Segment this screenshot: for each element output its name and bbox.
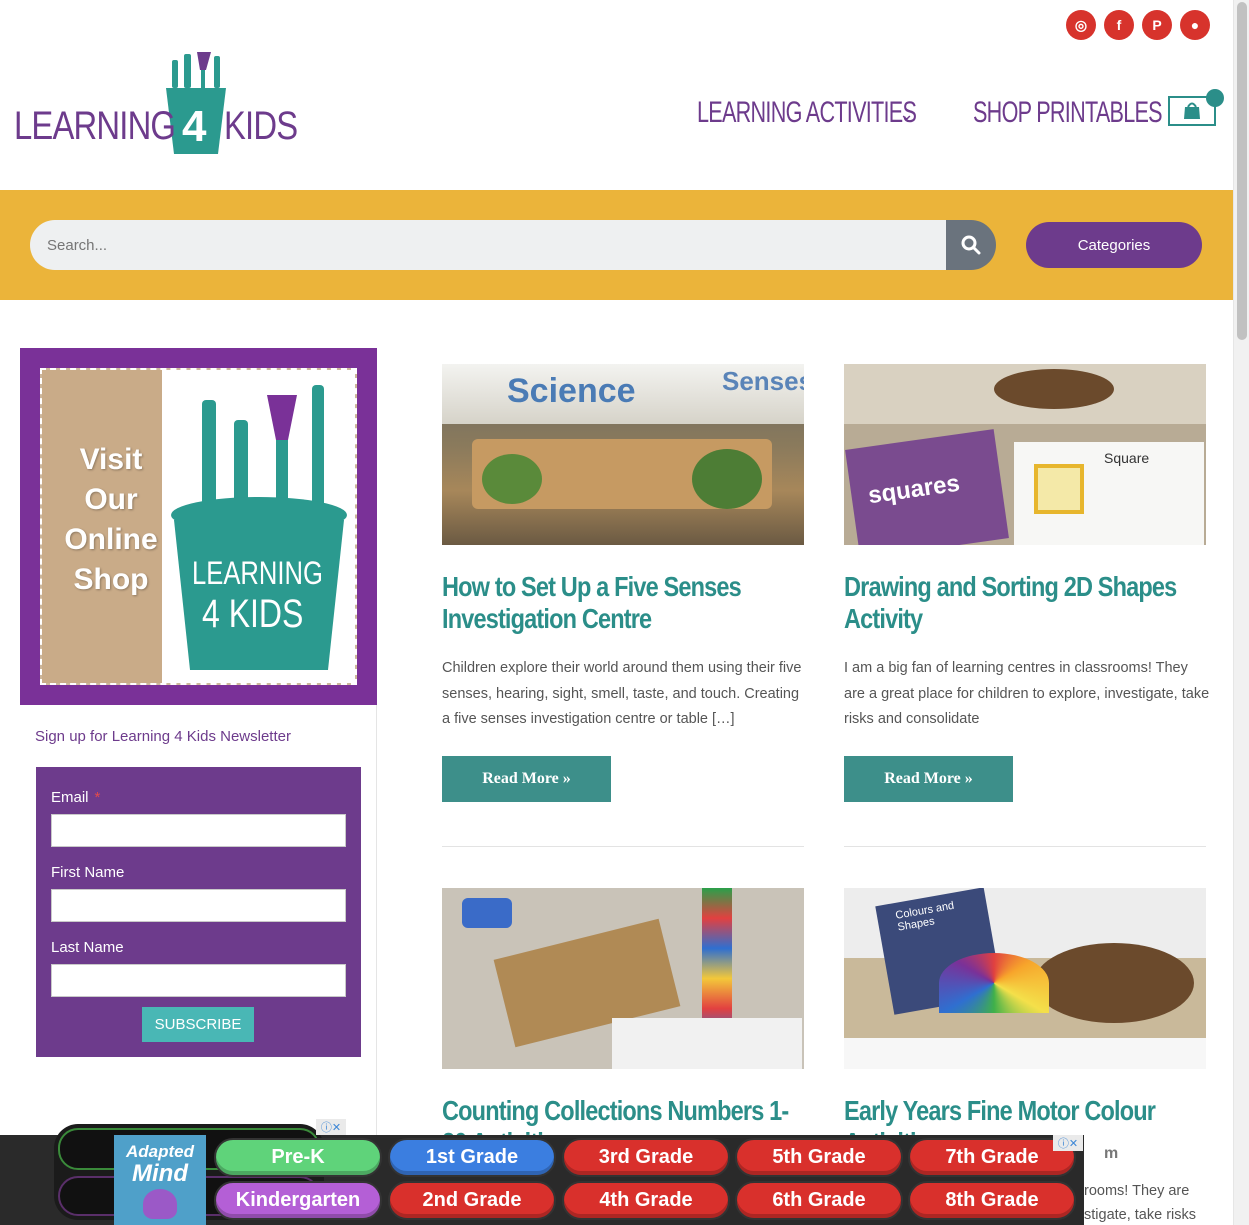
nav-learning-activities[interactable]: LEARNING ACTIVITIES — [697, 96, 917, 130]
monster-mascot-icon — [143, 1189, 177, 1219]
post-title[interactable]: Drawing and Sorting 2D Shapes Activity — [844, 571, 1205, 635]
search-button[interactable] — [946, 220, 996, 270]
image-caption-senses: Senses — [722, 366, 804, 396]
site-logo[interactable]: LEARNING 4 KIDS — [14, 50, 298, 156]
shop-banner-frame: Visit Our Online Shop LEARNING 4 KIDS — [40, 368, 357, 685]
newsletter-title: Sign up for Learning 4 Kids Newsletter — [35, 728, 291, 745]
read-more-button[interactable]: Read More » — [844, 756, 1013, 802]
grade-button-kindergarten[interactable]: Kindergarten — [214, 1181, 382, 1220]
logo-number: 4 — [182, 102, 207, 151]
grade-button-8th[interactable]: 8th Grade — [908, 1181, 1076, 1220]
nav-shop-printables[interactable]: SHOP PRINTABLES — [973, 96, 1163, 130]
email-label: Email * — [51, 789, 101, 806]
last-name-label: Last Name — [51, 939, 124, 956]
first-name-field[interactable] — [51, 889, 346, 922]
subscribe-button[interactable]: SUBSCRIBE — [142, 1007, 254, 1042]
first-name-label: First Name — [51, 864, 125, 881]
image-caption-science: Science — [507, 372, 636, 410]
post-excerpt: I am a big fan of learning centres in cl… — [844, 660, 1210, 727]
post-image-counting-collections[interactable] — [442, 888, 804, 1069]
post-title[interactable]: How to Set Up a Five Senses Investigatio… — [442, 571, 803, 635]
newsletter-form: Email * First Name Last Name SUBSCRIBE — [36, 767, 361, 1057]
post-divider — [844, 846, 1206, 847]
grade-button-1st[interactable]: 1st Grade — [388, 1138, 556, 1177]
shop-logo-line1: LEARNING — [192, 555, 323, 591]
email-field[interactable] — [51, 814, 346, 847]
search-input[interactable] — [30, 220, 946, 270]
cart-count-badge — [1206, 89, 1224, 107]
read-more-button[interactable]: Read More » — [442, 756, 611, 802]
image-caption-square: Square — [1104, 450, 1150, 466]
cart-button[interactable] — [1168, 89, 1224, 126]
post-image-fine-motor-colour[interactable]: Colours and Shapes — [844, 888, 1206, 1069]
post-image-2d-shapes[interactable]: squares Square — [844, 364, 1206, 545]
paint-cup-illustration-icon — [171, 385, 347, 670]
shop-banner-text: Visit Our Online Shop — [64, 443, 158, 596]
ad-tail-overlay: m rooms! They are stigate, take risks — [1084, 1135, 1233, 1225]
last-name-field[interactable] — [51, 964, 346, 997]
categories-button[interactable]: Categories — [1026, 222, 1202, 268]
ad-choices-icon[interactable]: ⓘ✕ — [1053, 1135, 1083, 1151]
logo-text-left: LEARNING — [14, 104, 176, 148]
grade-button-6th[interactable]: 6th Grade — [735, 1181, 903, 1220]
main-nav: LEARNING ACTIVITIES — [697, 96, 1001, 130]
online-shop-banner[interactable]: Visit Our Online Shop LEARNING 4 KIDS — [20, 348, 377, 705]
search-band: Categories — [0, 190, 1233, 300]
social-links: ◎ f P ● — [1066, 10, 1210, 40]
ad-choices-icon[interactable]: ⓘ✕ — [316, 1119, 346, 1135]
user-account-icon[interactable]: ● — [1180, 10, 1210, 40]
grade-button-7th[interactable]: 7th Grade — [908, 1138, 1076, 1177]
page: ◎ f P ● LEARNING 4 KIDS LEARNING ACTIVIT… — [0, 0, 1249, 1225]
scrollbar-thumb[interactable] — [1237, 2, 1247, 340]
grade-button-5th[interactable]: 5th Grade — [735, 1138, 903, 1177]
grade-button-4th[interactable]: 4th Grade — [562, 1181, 730, 1220]
grade-button-3rd[interactable]: 3rd Grade — [562, 1138, 730, 1177]
sidebar-divider — [376, 700, 377, 1140]
grade-button-2nd[interactable]: 2nd Grade — [388, 1181, 556, 1220]
instagram-icon[interactable]: ◎ — [1066, 10, 1096, 40]
logo-text-right: KIDS — [224, 104, 298, 148]
facebook-icon[interactable]: f — [1104, 10, 1134, 40]
post-image-five-senses[interactable]: Science Senses — [442, 364, 804, 545]
grade-button-pre-k[interactable]: Pre-K — [214, 1138, 382, 1177]
pinterest-icon[interactable]: P — [1142, 10, 1172, 40]
page-scrollbar[interactable] — [1233, 0, 1249, 1225]
ad-logo-mark-icon: m — [1104, 1145, 1119, 1162]
shop-logo-line2: 4 KIDS — [202, 592, 304, 636]
post-divider — [442, 846, 804, 847]
chevron-down-icon[interactable]: ⌄ — [899, 104, 914, 125]
adapted-mind-logo[interactable]: Adapted Mind — [114, 1135, 206, 1225]
post-excerpt: Children explore their world around them… — [442, 660, 802, 727]
search-icon — [961, 235, 981, 255]
